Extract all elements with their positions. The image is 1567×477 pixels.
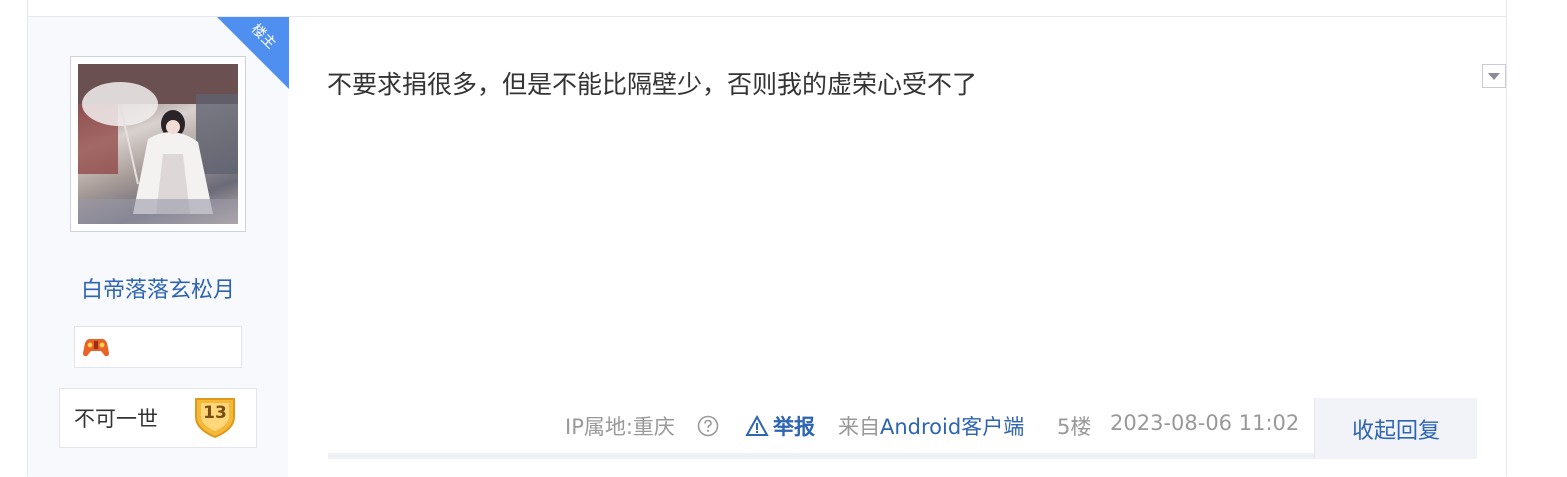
level-number: 13: [203, 403, 227, 423]
report-label: 举报: [773, 415, 815, 439]
reply-area-divider: [328, 453, 1314, 459]
post-content: 不要求捐很多，但是不能比隔壁少，否则我的虚荣心受不了: [327, 70, 978, 99]
level-badge: 13: [192, 395, 238, 439]
collapse-reply-button[interactable]: 收起回复: [1314, 398, 1477, 459]
level-title: 不可一世: [74, 407, 158, 431]
fan-badge-box[interactable]: [74, 326, 242, 368]
thread-top-divider: [27, 0, 1507, 16]
member-level-box[interactable]: 不可一世 13: [59, 388, 257, 448]
post-container: 楼主 白帝落落玄松月 不可一世 13 不要求捐很多，但是不能比隔壁少，否则我的虚…: [27, 16, 1507, 477]
avatar[interactable]: [70, 56, 246, 232]
gamepad-icon: [83, 338, 109, 357]
author-panel: 楼主 白帝落落玄松月 不可一世 13: [28, 17, 289, 477]
question-circle-icon[interactable]: [697, 415, 719, 437]
source-prefix: 来自: [838, 415, 880, 439]
source-client-link[interactable]: Android客户端: [880, 415, 1024, 439]
author-username[interactable]: 白帝落落玄松月: [28, 272, 288, 304]
avatar-image[interactable]: [78, 64, 238, 224]
report-link[interactable]: 举报: [745, 411, 815, 441]
post-menu-dropdown[interactable]: [1482, 64, 1506, 88]
post-timestamp: 2023-08-06 11:02: [1110, 411, 1300, 435]
floor-number: 5楼: [1057, 415, 1092, 439]
avatar-illustration: [78, 64, 238, 224]
warning-triangle-icon: [745, 414, 769, 436]
ip-location: IP属地:重庆: [565, 415, 675, 439]
caret-down-icon: [1488, 73, 1500, 80]
post-source: 来自Android客户端: [838, 411, 1024, 441]
